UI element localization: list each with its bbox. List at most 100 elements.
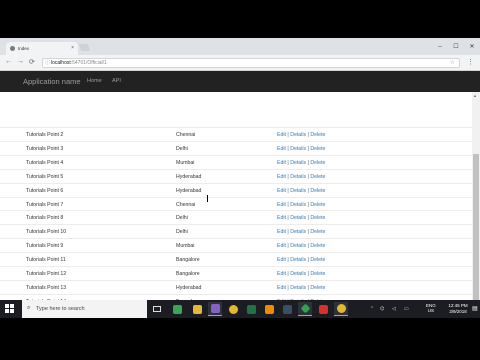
language-indicator[interactable]: ENG US — [426, 303, 436, 313]
edit-link[interactable]: Edit — [277, 285, 286, 291]
close-window-button[interactable]: ✕ — [464, 38, 480, 55]
action-separator: | — [287, 271, 289, 277]
app-brand[interactable]: Application name — [23, 77, 81, 86]
edit-link[interactable]: Edit — [277, 160, 286, 166]
details-link[interactable]: Details — [290, 188, 306, 194]
row-actions: Edit | Details | Delete — [277, 132, 325, 138]
nav-home-link[interactable]: Home — [87, 78, 102, 84]
action-separator: | — [287, 145, 289, 152]
row-name: Tutorials Point 11 — [26, 257, 66, 264]
start-windows-icon[interactable] — [5, 304, 14, 313]
details-link[interactable]: Details — [290, 174, 306, 180]
file-explorer-icon[interactable] — [190, 302, 204, 316]
excel-icon[interactable] — [244, 302, 258, 316]
edit-link[interactable]: Edit — [277, 257, 286, 263]
search-placeholder: Type here to search — [36, 306, 85, 312]
details-link[interactable]: Details — [290, 285, 306, 291]
diamond-app-icon[interactable] — [298, 302, 312, 316]
new-tab-button[interactable] — [78, 44, 91, 51]
vlc-icon[interactable] — [262, 302, 276, 316]
windows-taskbar: ⌕ Type here to search ⌃ ⌬ ◁ ▭ ENG US 12:… — [0, 300, 480, 318]
edit-link[interactable]: Edit — [277, 188, 286, 194]
action-separator: | — [307, 145, 309, 152]
delete-link[interactable]: Delete — [310, 257, 325, 263]
action-separator: | — [307, 229, 309, 236]
row-city: Mumbai — [176, 159, 195, 166]
details-link[interactable]: Details — [290, 215, 306, 221]
details-link[interactable]: Details — [290, 271, 306, 277]
clock[interactable]: 12:45 PM 3/9/2018 — [444, 303, 472, 314]
battery-icon[interactable]: ▭ — [404, 306, 409, 312]
edit-link[interactable]: Edit — [277, 271, 286, 277]
address-bar[interactable]: ⓘ localhost:54701/Official/1 ☆ — [42, 58, 460, 68]
notification-area-up-icon[interactable]: ⌃ — [370, 306, 374, 312]
scroll-thumb[interactable] — [473, 154, 479, 310]
reload-icon[interactable]: ⟳ — [29, 58, 35, 66]
maximize-button[interactable]: ☐ — [448, 38, 464, 55]
edit-link[interactable]: Edit — [277, 215, 286, 221]
delete-link[interactable]: Delete — [310, 188, 325, 194]
green-app-icon[interactable] — [170, 302, 184, 316]
edit-link[interactable]: Edit — [277, 243, 286, 249]
nav-api-link[interactable]: API — [112, 78, 121, 84]
delete-link[interactable]: Delete — [310, 229, 325, 235]
chrome-window-icon[interactable] — [334, 302, 348, 316]
visual-studio-icon[interactable] — [208, 302, 222, 316]
delete-link[interactable]: Delete — [310, 215, 325, 221]
details-link[interactable]: Details — [290, 229, 306, 235]
delete-link[interactable]: Delete — [310, 160, 325, 166]
row-actions: Edit | Details | Delete — [277, 243, 325, 249]
delete-link[interactable]: Delete — [310, 146, 325, 152]
edit-link[interactable]: Edit — [277, 132, 286, 138]
details-link[interactable]: Details — [290, 132, 306, 138]
volume-icon[interactable]: ◁ — [392, 306, 396, 312]
minimize-button[interactable]: – — [432, 38, 448, 55]
details-link[interactable]: Details — [290, 257, 306, 263]
details-link[interactable]: Details — [290, 146, 306, 152]
row-actions: Edit | Details | Delete — [277, 229, 325, 235]
network-icon[interactable]: ⌬ — [380, 306, 384, 312]
task-view-icon[interactable] — [150, 302, 164, 316]
red-app-icon[interactable] — [316, 302, 330, 316]
bookmark-star-icon[interactable]: ☆ — [450, 59, 455, 68]
browser-toolbar: ← → ⟳ ⓘ localhost:54701/Official/1 ☆ ⋮ — [0, 55, 480, 71]
edit-link[interactable]: Edit — [277, 174, 286, 180]
delete-link[interactable]: Delete — [310, 285, 325, 291]
tab-close-icon[interactable]: × — [71, 45, 74, 51]
details-link[interactable]: Details — [290, 202, 306, 208]
window-controls: – ☐ ✕ — [432, 38, 480, 55]
row-actions: Edit | Details | Delete — [277, 174, 325, 180]
delete-link[interactable]: Delete — [310, 202, 325, 208]
edit-link[interactable]: Edit — [277, 146, 286, 152]
chrome-icon[interactable] — [226, 302, 240, 316]
dark-app-icon[interactable] — [280, 302, 294, 316]
action-center-icon[interactable]: ▤ — [472, 305, 478, 312]
edit-link[interactable]: Edit — [277, 202, 286, 208]
details-link[interactable]: Details — [290, 243, 306, 249]
action-separator: | — [287, 173, 289, 180]
row-name: Tutorials Point 2 — [26, 132, 64, 138]
details-link[interactable]: Details — [290, 160, 306, 166]
row-city: Delhi — [176, 215, 188, 222]
delete-link[interactable]: Delete — [310, 243, 325, 249]
row-city: Mumbai — [176, 243, 195, 250]
table-row: Tutorials Point 5 Hyderabad Edit | Details… — [0, 168, 472, 183]
delete-link[interactable]: Delete — [310, 271, 325, 277]
row-name: Tutorials Point 3 — [26, 145, 64, 152]
page-scrollbar[interactable]: ▲ ▼ — [472, 92, 480, 318]
action-separator: | — [307, 271, 309, 277]
delete-link[interactable]: Delete — [310, 132, 325, 138]
taskbar-search-box[interactable]: ⌕ Type here to search — [22, 300, 147, 318]
browser-tab[interactable]: Index × — [6, 42, 78, 55]
delete-link[interactable]: Delete — [310, 174, 325, 180]
scroll-up-icon[interactable]: ▲ — [473, 93, 477, 98]
search-icon: ⌕ — [27, 305, 31, 311]
row-actions: Edit | Details | Delete — [277, 146, 325, 152]
back-icon[interactable]: ← — [5, 58, 12, 65]
info-icon: ⓘ — [45, 60, 51, 66]
row-name: Tutorials Point 8 — [26, 215, 64, 222]
forward-icon[interactable]: → — [17, 58, 24, 65]
tab-title: Index — [18, 46, 30, 51]
edit-link[interactable]: Edit — [277, 229, 286, 235]
browser-menu-icon[interactable]: ⋮ — [467, 58, 474, 66]
